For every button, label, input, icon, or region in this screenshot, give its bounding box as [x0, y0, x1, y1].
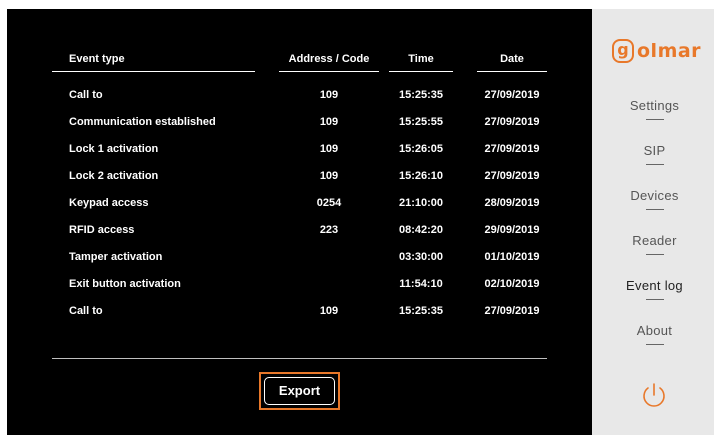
event-type-cell: RFID access — [69, 224, 135, 236]
golmar-logo: g olmar — [612, 39, 702, 67]
sidebar-item-label: Event log — [626, 278, 683, 293]
table-bottom-divider — [52, 358, 547, 359]
sidebar-item-sip[interactable]: SIP — [592, 143, 714, 183]
sidebar: g olmar Settings SIP Devices Reader Even… — [592, 9, 714, 435]
event-type-cell: Call to — [69, 89, 103, 101]
nav-divider — [645, 119, 664, 120]
table-row[interactable]: Lock 1 activation 109 15:26:05 27/09/201… — [7, 143, 592, 163]
event-type-cell: Tamper activation — [69, 251, 163, 263]
sidebar-item-devices[interactable]: Devices — [592, 188, 714, 228]
nav-divider — [645, 254, 664, 255]
header-underline-time — [389, 71, 453, 72]
address-cell: 223 — [319, 224, 339, 236]
column-header-address: Address / Code — [288, 53, 370, 65]
event-log-panel: Event type Address / Code Time Date Call… — [7, 9, 592, 435]
logo-letter: g — [612, 39, 634, 63]
date-cell: 27/09/2019 — [484, 305, 540, 317]
sidebar-item-about[interactable]: About — [592, 323, 714, 363]
date-cell: 01/10/2019 — [484, 251, 540, 263]
date-cell: 27/09/2019 — [484, 143, 540, 155]
column-header-event-type: Event type — [69, 53, 125, 65]
sidebar-item-label: Reader — [632, 233, 677, 248]
date-cell: 27/09/2019 — [484, 116, 540, 128]
table-row[interactable]: Exit button activation 11:54:10 02/10/20… — [7, 278, 592, 298]
event-type-cell: Communication established — [69, 116, 216, 128]
logo-text: olmar — [637, 40, 702, 62]
time-cell: 15:25:35 — [398, 305, 444, 317]
sidebar-item-event-log[interactable]: Event log — [592, 278, 714, 318]
table-row[interactable]: Keypad access 0254 21:10:00 28/09/2019 — [7, 197, 592, 217]
event-type-cell: Lock 2 activation — [69, 170, 159, 182]
event-type-cell: Call to — [69, 305, 103, 317]
time-cell: 21:10:00 — [398, 197, 444, 209]
table-row[interactable]: RFID access 223 08:42:20 29/09/2019 — [7, 224, 592, 244]
date-cell: 02/10/2019 — [484, 278, 540, 290]
header-underline-event-type — [52, 71, 255, 72]
address-cell: 109 — [319, 116, 339, 128]
event-type-cell: Keypad access — [69, 197, 149, 209]
nav-divider — [645, 209, 664, 210]
device-screen: Event type Address / Code Time Date Call… — [7, 9, 714, 435]
date-cell: 29/09/2019 — [484, 224, 540, 236]
sidebar-item-label: Settings — [629, 98, 680, 113]
time-cell: 15:25:55 — [398, 116, 444, 128]
date-cell: 27/09/2019 — [484, 89, 540, 101]
time-cell: 03:30:00 — [398, 251, 444, 263]
address-cell: 109 — [319, 89, 339, 101]
address-cell: 0254 — [316, 197, 342, 209]
power-icon[interactable] — [640, 379, 668, 411]
column-header-date: Date — [500, 53, 524, 65]
sidebar-item-settings[interactable]: Settings — [592, 98, 714, 138]
table-row[interactable]: Call to 109 15:25:35 27/09/2019 — [7, 89, 592, 109]
event-type-cell: Lock 1 activation — [69, 143, 159, 155]
date-cell: 27/09/2019 — [484, 170, 540, 182]
event-type-cell: Exit button activation — [69, 278, 181, 290]
address-cell: 109 — [319, 170, 339, 182]
time-cell: 15:26:10 — [398, 170, 444, 182]
header-underline-address — [279, 71, 379, 72]
address-cell: 109 — [319, 305, 339, 317]
date-cell: 28/09/2019 — [484, 197, 540, 209]
nav-divider — [645, 344, 664, 345]
address-cell: 109 — [319, 143, 339, 155]
header-underline-date — [477, 71, 547, 72]
time-cell: 15:26:05 — [398, 143, 444, 155]
column-header-time: Time — [408, 53, 434, 65]
sidebar-item-label: SIP — [643, 143, 666, 158]
export-focus-highlight: Export — [259, 372, 340, 410]
time-cell: 15:25:35 — [398, 89, 444, 101]
nav-divider — [645, 164, 664, 165]
nav-divider — [645, 299, 664, 300]
table-row[interactable]: Communication established 109 15:25:55 2… — [7, 116, 592, 136]
time-cell: 11:54:10 — [399, 278, 443, 290]
sidebar-item-label: About — [636, 323, 673, 338]
time-cell: 08:42:20 — [398, 224, 444, 236]
table-row[interactable]: Lock 2 activation 109 15:26:10 27/09/201… — [7, 170, 592, 190]
table-row[interactable]: Tamper activation 03:30:00 01/10/2019 — [7, 251, 592, 271]
sidebar-item-label: Devices — [630, 188, 679, 203]
sidebar-item-reader[interactable]: Reader — [592, 233, 714, 273]
export-button[interactable]: Export — [264, 377, 335, 405]
table-row[interactable]: Call to 109 15:25:35 27/09/2019 — [7, 305, 592, 325]
